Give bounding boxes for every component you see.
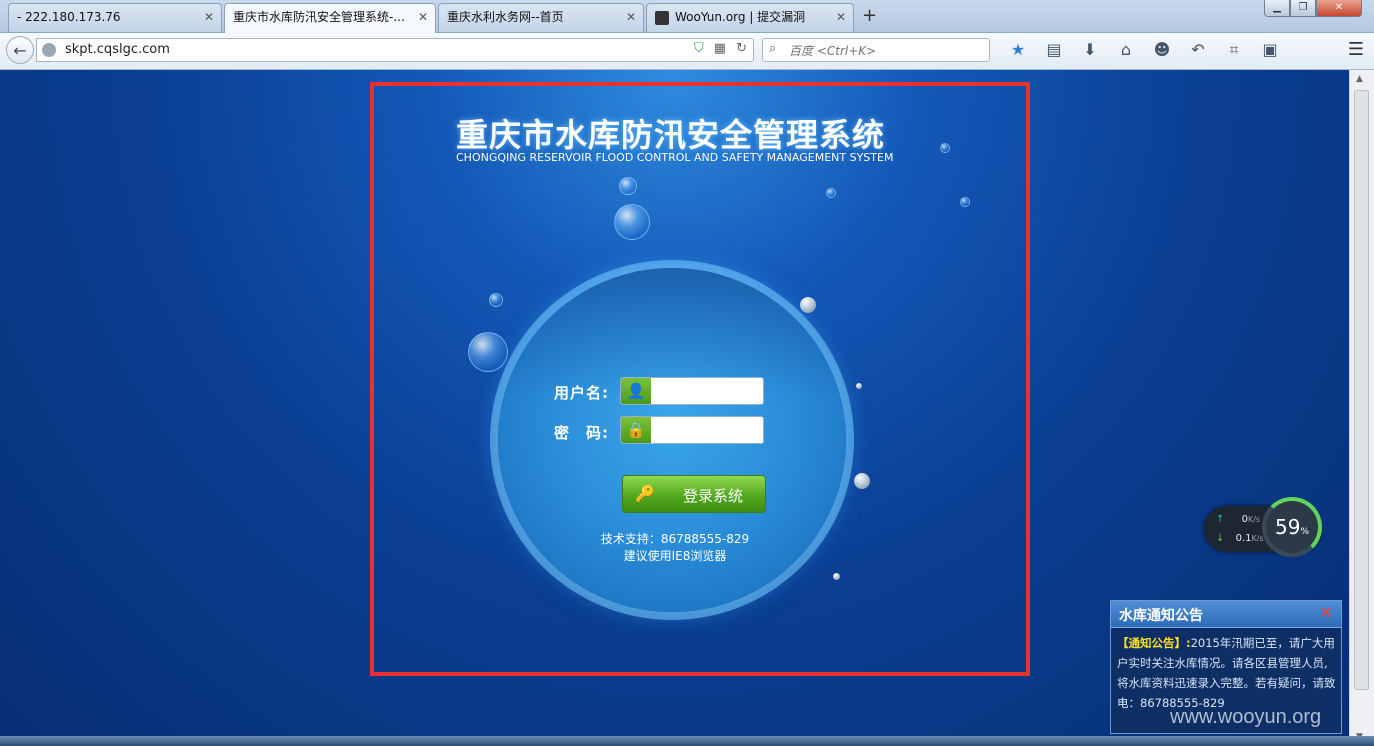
tab-label: 重庆水利水务网--首页 [447,10,564,24]
tab-label: WooYun.org | 提交漏洞 [675,10,806,24]
bubble [856,383,862,389]
bookmark-star-icon[interactable]: ★ [1000,39,1036,61]
watermark: www.wooyun.org [1170,706,1322,728]
bubble [960,197,970,207]
reader-view-icon[interactable]: ▣ [1252,39,1288,61]
search-icon: ⌕ [769,41,777,56]
browser-nav-bar: ← skpt.cqslgc.com ⛉ ▦ ↻ ⌕ ★ ▤ ⬇ ⌂ ☻ ↶ ⌗ … [0,33,1374,70]
notice-title: 水库通知公告 [1119,608,1203,624]
system-title: 重庆市水库防汛安全管理系统 [456,116,886,154]
search-box[interactable]: ⌕ [762,38,990,62]
username-input[interactable] [653,380,763,404]
notice-tag: 【通知公告】: [1117,636,1191,650]
bubble [940,143,950,153]
close-tab-icon[interactable]: ✕ [204,4,214,31]
lock-icon: 🔒 [621,417,651,443]
browser-tab-bar: - 222.180.173.76 ✕ 重庆市水库防汛安全管理系统-... ✕ 重… [0,0,1374,33]
username-field[interactable]: 👤 [620,377,764,405]
gauge-value: 59 [1274,515,1301,539]
maximize-button[interactable]: ❐ [1290,0,1316,17]
user-icon: 👤 [621,378,651,404]
undo-icon[interactable]: ↶ [1180,39,1216,61]
new-tab-button[interactable]: + [862,5,877,26]
hamburger-menu-icon[interactable]: ☰ [1348,39,1364,60]
download-speed: ↓ 0.1K/s [1216,533,1264,544]
bubble [614,204,650,240]
upload-arrow-icon: ↑ [1216,514,1225,525]
tab-wooyun[interactable]: WooYun.org | 提交漏洞 ✕ [646,3,854,32]
close-tab-icon[interactable]: ✕ [836,4,846,31]
window-controls: ▁ ❐ ✕ [1264,0,1362,18]
close-window-button[interactable]: ✕ [1316,0,1362,17]
scrollbar-thumb[interactable] [1354,90,1369,690]
password-input[interactable] [653,419,763,443]
support-info: 技术支持：86788555-829 建议使用IE8浏览器 [560,531,790,565]
login-button[interactable]: 🔑 登录系统 [622,475,766,513]
wooyun-favicon-icon [655,10,669,25]
tab-label: - 222.180.173.76 [17,10,121,24]
notice-header: 水库通知公告 ✕ [1111,601,1341,628]
shield-icon[interactable]: ⛉ [694,41,704,56]
password-field[interactable]: 🔒 [620,416,764,444]
back-button[interactable]: ← [6,36,34,64]
bubble [826,188,836,198]
home-icon[interactable]: ⌂ [1108,39,1144,61]
crop-icon[interactable]: ⌗ [1216,39,1252,61]
password-label: 密 码: [554,424,609,442]
support-phone: 技术支持：86788555-829 [600,532,750,546]
login-button-label: 登录系统 [683,487,744,505]
close-tab-icon[interactable]: ✕ [626,4,636,31]
address-bar-icons: ⛉ ▦ ↻ [694,41,747,56]
notice-body: 【通知公告】:2015年汛期已至，请广大用户实时关注水库情况。请各区县管理人员,… [1117,633,1337,713]
reading-list-icon[interactable]: ▤ [1036,39,1072,61]
bubble [619,177,637,195]
tab-reservoir-system[interactable]: 重庆市水库防汛安全管理系统-... ✕ [224,3,436,33]
reload-icon[interactable]: ↻ [736,41,747,56]
key-icon: 🔑 [635,484,655,503]
qr-code-icon[interactable]: ▦ [714,41,726,56]
toolbar-icons: ★ ▤ ⬇ ⌂ ☻ ↶ ⌗ ▣ [1000,39,1288,61]
minimize-button[interactable]: ▁ [1264,0,1290,17]
username-label: 用户名: [554,384,609,402]
url-text[interactable]: skpt.cqslgc.com [65,42,170,57]
search-input[interactable] [787,41,986,61]
globe-icon [42,43,56,57]
browser-tip: 建议使用IE8浏览器 [623,549,727,563]
memory-usage-gauge[interactable]: 59% [1262,497,1322,557]
download-arrow-icon: ↓ [1216,533,1225,544]
smiley-icon[interactable]: ☻ [1144,39,1180,61]
windows-taskbar [0,736,1374,746]
close-tab-icon[interactable]: ✕ [418,4,428,31]
bubble [854,473,870,489]
tab-water-affairs[interactable]: 重庆水利水务网--首页 ✕ [438,3,644,32]
tab-ip[interactable]: - 222.180.173.76 ✕ [8,3,222,32]
bubble [833,573,840,580]
system-subtitle: CHONGQING RESERVOIR FLOOD CONTROL AND SA… [456,151,894,164]
vertical-scrollbar[interactable]: ▲ ▼ [1349,70,1374,746]
address-bar[interactable]: skpt.cqslgc.com ⛉ ▦ ↻ [36,38,754,62]
close-icon[interactable]: ✕ [1320,603,1333,622]
download-icon[interactable]: ⬇ [1072,39,1108,61]
tab-label: 重庆市水库防汛安全管理系统-... [233,10,405,24]
scroll-up-arrow-icon[interactable]: ▲ [1356,74,1363,84]
upload-speed: ↑ 0K/s [1216,514,1261,525]
